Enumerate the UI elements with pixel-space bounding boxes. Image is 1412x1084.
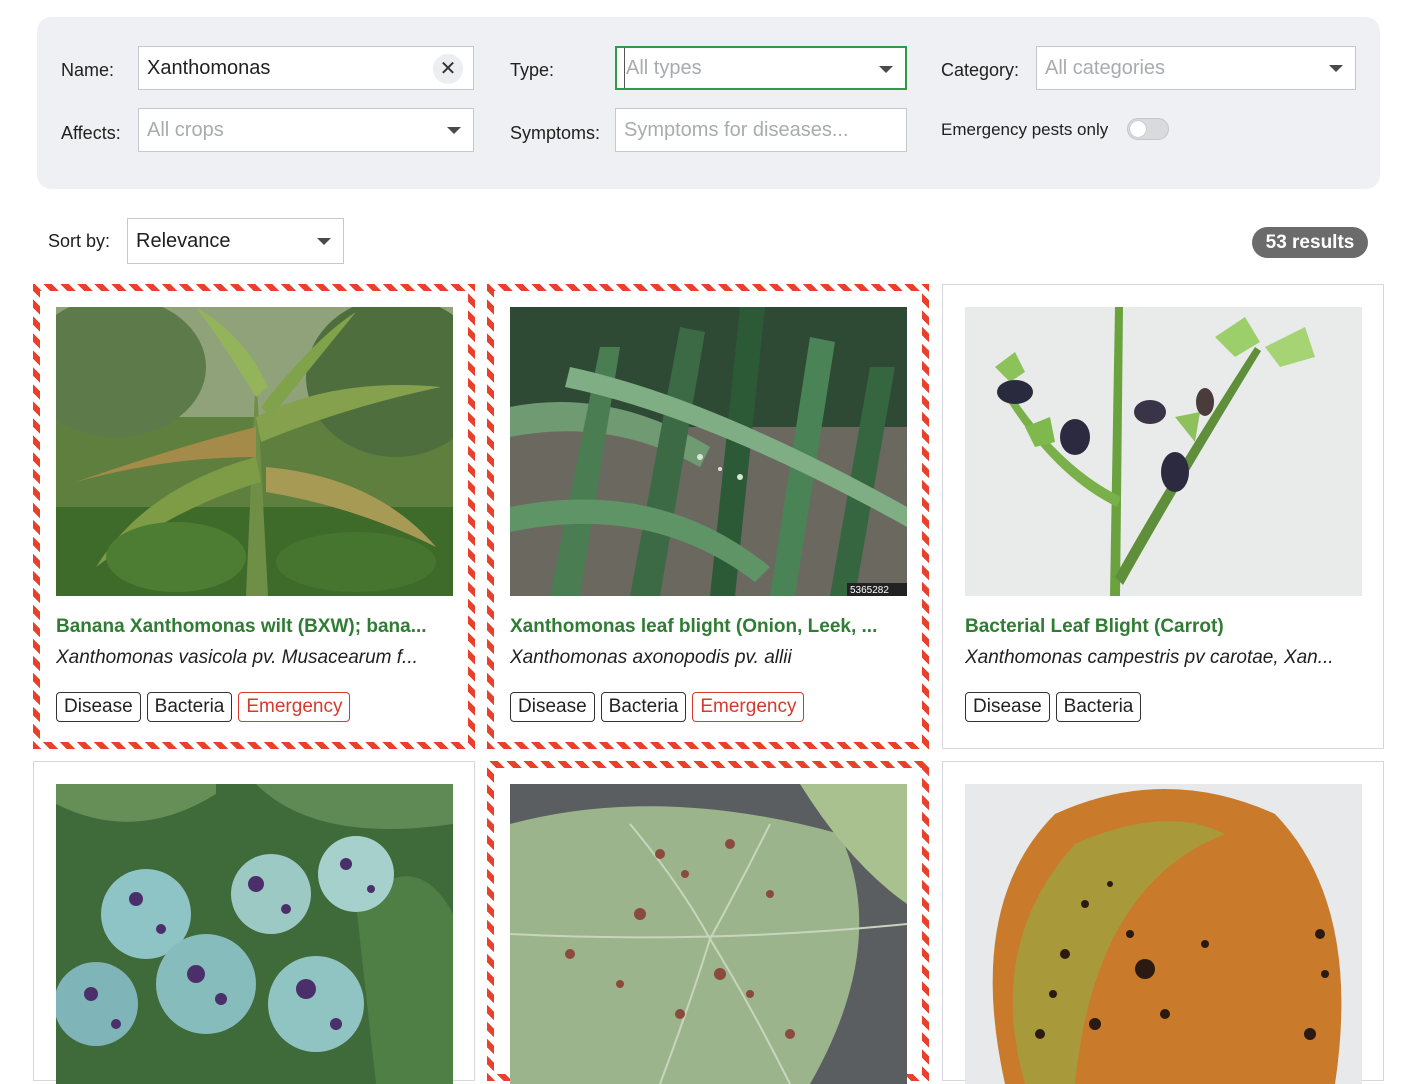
name-label: Name: (61, 60, 115, 80)
sort-label: Sort by: (48, 231, 111, 251)
chevron-down-icon (879, 66, 893, 73)
card-subtitle: Xanthomonas axonopodis pv. allii (510, 647, 792, 668)
tag-disease: Disease (56, 692, 141, 722)
tag-list: Disease Bacteria Emergency (510, 692, 805, 722)
category-select-placeholder: All categories (1045, 57, 1166, 79)
result-card[interactable]: Banana Xanthomonas wilt (BXW); bana... X… (33, 284, 475, 749)
sort-select-value: Relevance (136, 230, 231, 252)
card-title[interactable]: Xanthomonas leaf blight (Onion, Leek, ..… (510, 616, 910, 638)
tag-list: Disease Bacteria (965, 692, 1142, 722)
type-label: Type: (510, 60, 555, 80)
filter-panel: Name: Xanthomonas ✕ Type: All types Cate… (37, 17, 1380, 189)
strawberry-leaf-image[interactable] (510, 784, 907, 1084)
image-caption: 5365282 (850, 585, 889, 596)
result-card[interactable] (942, 761, 1384, 1084)
tag-bacteria: Bacteria (1055, 692, 1142, 722)
tag-emergency: Emergency (238, 692, 351, 722)
tag-list: Disease Bacteria Emergency (56, 692, 351, 722)
result-card[interactable] (33, 761, 475, 1084)
affects-select[interactable]: All crops (138, 108, 474, 152)
name-input[interactable]: Xanthomonas ✕ (138, 46, 474, 90)
banana-plant-image[interactable] (56, 307, 453, 596)
chevron-down-icon (1329, 65, 1343, 72)
symptoms-input[interactable]: Symptoms for diseases... (615, 108, 907, 152)
type-select-placeholder: All types (624, 48, 702, 88)
mango-fruit-image[interactable] (965, 784, 1362, 1084)
tag-emergency: Emergency (692, 692, 805, 722)
chevron-down-icon (447, 127, 461, 134)
name-input-value: Xanthomonas (147, 57, 271, 79)
carrot-leaf-image[interactable] (965, 307, 1362, 596)
spotted-plums-image[interactable] (56, 784, 453, 1084)
chevron-down-icon (317, 238, 331, 245)
category-label: Category: (941, 60, 1020, 80)
affects-select-placeholder: All crops (147, 119, 224, 141)
emergency-pests-toggle[interactable] (1127, 118, 1169, 140)
result-card[interactable]: Bacterial Leaf Blight (Carrot) Xanthomon… (942, 284, 1384, 749)
affects-label: Affects: (61, 123, 121, 143)
toggle-knob (1130, 121, 1146, 137)
card-subtitle: Xanthomonas campestris pv carotae, Xan..… (965, 647, 1334, 668)
type-select[interactable]: All types (615, 46, 907, 90)
card-title[interactable]: Bacterial Leaf Blight (Carrot) (965, 616, 1365, 638)
card-title[interactable]: Banana Xanthomonas wilt (BXW); bana... (56, 616, 456, 638)
symptoms-label: Symptoms: (510, 123, 601, 143)
tag-bacteria: Bacteria (146, 692, 233, 722)
onion-leaves-image[interactable]: 5365282 (510, 307, 907, 596)
result-card[interactable]: 5365282 Xanthomonas leaf blight (Onion, … (487, 284, 929, 749)
clear-icon[interactable]: ✕ (433, 54, 463, 84)
category-select[interactable]: All categories (1036, 46, 1356, 90)
card-subtitle: Xanthomonas vasicola pv. Musacearum f... (56, 647, 418, 668)
symptoms-input-placeholder: Symptoms for diseases... (624, 119, 849, 141)
results-count-badge: 53 results (1252, 227, 1368, 258)
sort-select[interactable]: Relevance (127, 218, 344, 264)
tag-disease: Disease (965, 692, 1050, 722)
tag-disease: Disease (510, 692, 595, 722)
result-card[interactable] (487, 761, 929, 1084)
tag-bacteria: Bacteria (600, 692, 687, 722)
emergency-toggle-label: Emergency pests only (941, 120, 1109, 139)
